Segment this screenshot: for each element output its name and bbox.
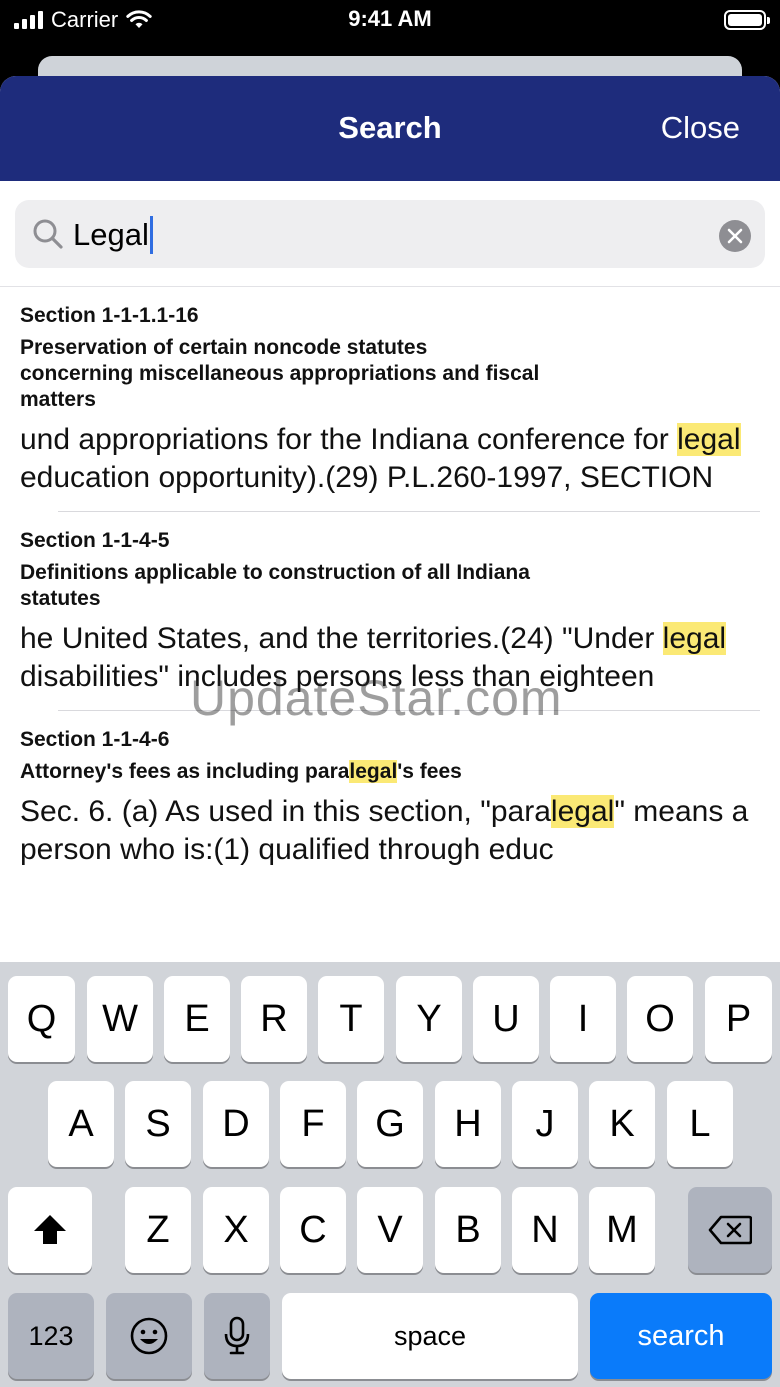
- battery-icon: [724, 10, 770, 30]
- result-snippet: he United States, and the territories.(2…: [20, 620, 760, 696]
- result-title: Preservation of certain noncode statutes…: [20, 336, 540, 411]
- search-bar-container: Legal: [0, 181, 780, 287]
- title-highlight: legal: [349, 760, 398, 783]
- keyboard-row-2: A S D F G H J K L: [0, 1081, 780, 1167]
- key-j[interactable]: J: [512, 1081, 578, 1167]
- keyboard-row-4: 123 space search: [0, 1293, 780, 1379]
- key-z[interactable]: Z: [125, 1187, 191, 1273]
- key-u[interactable]: U: [473, 976, 539, 1062]
- result-snippet: Sec. 6. (a) As used in this section, "pa…: [20, 793, 760, 869]
- dictation-key[interactable]: [204, 1293, 270, 1379]
- key-p[interactable]: P: [705, 976, 772, 1062]
- search-input[interactable]: Legal: [15, 200, 765, 268]
- result-snippet: und appropriations for the Indiana confe…: [20, 421, 760, 497]
- status-time: 9:41 AM: [348, 6, 432, 31]
- microphone-icon: [224, 1316, 250, 1355]
- emoji-icon: [130, 1317, 168, 1355]
- title-text: 's fees: [397, 760, 462, 783]
- result-item[interactable]: Section 1-1-4-5 Definitions applicable t…: [0, 512, 780, 711]
- title-text: Attorney's fees as including para: [20, 760, 350, 783]
- text-cursor: [149, 216, 153, 254]
- status-bar: Carrier 9:41 AM: [0, 0, 780, 56]
- key-k[interactable]: K: [589, 1081, 655, 1167]
- search-query: Legal: [73, 216, 153, 254]
- result-section: Section 1-1-4-6: [20, 728, 170, 751]
- search-key[interactable]: search: [590, 1293, 772, 1379]
- key-d[interactable]: D: [203, 1081, 269, 1167]
- space-key[interactable]: space: [282, 1293, 578, 1379]
- key-b[interactable]: B: [435, 1187, 501, 1273]
- magnifier-icon: [33, 219, 63, 249]
- backspace-key[interactable]: [688, 1187, 772, 1273]
- key-h[interactable]: H: [435, 1081, 501, 1167]
- close-button[interactable]: Close: [661, 110, 740, 146]
- snippet-text: disabilities" includes persons less than…: [20, 660, 655, 693]
- result-section: Section 1-1-1.1-16: [20, 304, 199, 327]
- keyboard-row-1: Q W E R T Y U I O P: [0, 976, 780, 1062]
- emoji-key[interactable]: [106, 1293, 192, 1379]
- key-y[interactable]: Y: [396, 976, 462, 1062]
- key-v[interactable]: V: [357, 1187, 423, 1273]
- key-t[interactable]: T: [318, 976, 384, 1062]
- numbers-key[interactable]: 123: [8, 1293, 94, 1379]
- snippet-text: Sec. 6. (a) As used in this section, "pa…: [20, 795, 551, 828]
- key-f[interactable]: F: [280, 1081, 346, 1167]
- key-o[interactable]: O: [627, 976, 693, 1062]
- key-c[interactable]: C: [280, 1187, 346, 1273]
- key-l[interactable]: L: [667, 1081, 733, 1167]
- key-r[interactable]: R: [241, 976, 307, 1062]
- key-n[interactable]: N: [512, 1187, 578, 1273]
- result-item[interactable]: Section 1-1-1.1-16 Preservation of certa…: [0, 287, 780, 512]
- key-g[interactable]: G: [357, 1081, 423, 1167]
- result-title: Attorney's fees as including paralegal's…: [20, 759, 720, 785]
- key-x[interactable]: X: [203, 1187, 269, 1273]
- snippet-text: und appropriations for the Indiana confe…: [20, 423, 678, 456]
- key-m[interactable]: M: [589, 1187, 655, 1273]
- key-w[interactable]: W: [87, 976, 153, 1062]
- snippet-text: he United States, and the territories.(2…: [20, 622, 663, 655]
- clear-x-icon[interactable]: [719, 220, 751, 252]
- nav-bar: Search Close: [0, 76, 780, 181]
- key-e[interactable]: E: [164, 976, 230, 1062]
- snippet-highlight: legal: [550, 795, 615, 828]
- key-a[interactable]: A: [48, 1081, 114, 1167]
- key-q[interactable]: Q: [8, 976, 75, 1062]
- shift-arrow-icon: [34, 1215, 66, 1244]
- snippet-highlight: legal: [662, 622, 727, 655]
- result-title: Definitions applicable to construction o…: [20, 561, 530, 610]
- results-list: Section 1-1-1.1-16 Preservation of certa…: [0, 287, 780, 869]
- key-s[interactable]: S: [125, 1081, 191, 1167]
- snippet-highlight: legal: [677, 423, 741, 456]
- backspace-icon: [708, 1215, 752, 1245]
- snippet-text: education opportunity).(29) P.L.260-1997…: [20, 461, 714, 494]
- search-query-text: Legal: [73, 217, 149, 252]
- shift-key[interactable]: [8, 1187, 92, 1273]
- keyboard-row-3: Z X C V B N M: [0, 1187, 780, 1273]
- result-item[interactable]: Section 1-1-4-6 Attorney's fees as inclu…: [0, 711, 780, 869]
- key-i[interactable]: I: [550, 976, 616, 1062]
- keyboard: Q W E R T Y U I O P A S D F G H J K L Z …: [0, 962, 780, 1387]
- result-section: Section 1-1-4-5: [20, 529, 170, 552]
